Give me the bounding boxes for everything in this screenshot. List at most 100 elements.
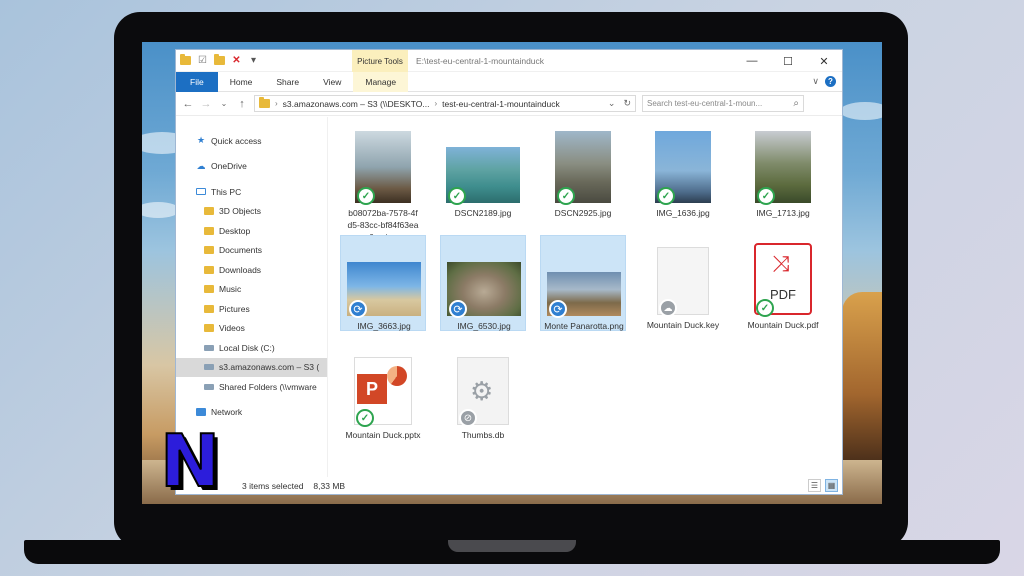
file-item[interactable]: ✓ DSCN2925.jpg [540,123,626,235]
close-button[interactable]: ✕ [806,50,842,72]
sidebar-item-label: This PC [211,186,242,197]
file-item[interactable]: ✓ DSCN2189.jpg [440,123,526,235]
pc-icon [196,188,206,196]
sidebar-item-label: OneDrive [211,161,247,172]
file-item[interactable]: ✓ IMG_1713.jpg [740,123,826,235]
sidebar-item[interactable]: 3D Objects [176,202,327,222]
sidebar-item-label: s3.amazonaws.com – S3 ( [219,362,320,373]
selection-size: 8,33 MB [313,480,346,491]
file-name: DSCN2925.jpg [554,208,612,218]
star-icon: ★ [196,135,206,146]
breadcrumb-s3[interactable]: s3.amazonaws.com – S3 (\\DESKTO... [283,99,430,109]
expand-ribbon-icon[interactable]: ∨ [812,76,819,87]
cloud-icon: ☁ [196,160,206,171]
forward-button[interactable]: → [200,98,212,110]
folder-icon [204,324,214,333]
file-explorer-window: ☑ ✕ ▾ Picture Tools E:\test-eu-central-1… [176,50,842,494]
file-item[interactable]: ✓ IMG_1636.jpg [640,123,726,235]
title-bar: ☑ ✕ ▾ Picture Tools E:\test-eu-central-1… [176,50,842,72]
folder-icon [204,304,214,313]
file-name: Mountain Duck.key [646,320,720,330]
address-bar[interactable]: › s3.amazonaws.com – S3 (\\DESKTO... › t… [254,95,636,112]
sidebar-item-label: Local Disk (C:) [219,342,275,353]
delete-icon[interactable]: ✕ [231,54,242,66]
acrobat-icon: ⤨ [772,251,790,276]
file-name: IMG_3663.jpg [357,321,411,331]
synced-check-icon: ✓ [356,409,374,427]
file-item[interactable]: P ✓ Mountain Duck.pptx [340,345,426,441]
sidebar-item[interactable]: Local Disk (C:) [176,338,327,358]
sidebar-item[interactable]: Downloads [176,260,327,280]
file-name: Mountain Duck.pptx [345,430,421,440]
file-item[interactable]: ⚙ ⊘ Thumbs.db [440,345,526,441]
folder-icon [204,285,214,294]
up-button[interactable]: ↑ [236,98,248,110]
sidebar-item-label: Music [219,284,242,295]
picture-tools-context-tab: Picture Tools [352,50,408,72]
sidebar-item[interactable]: Shared Folders (\\vmware [176,377,327,397]
sidebar-item-label: Videos [219,323,245,334]
ignored-icon: ⊘ [459,409,477,427]
sidebar-item[interactable]: s3.amazonaws.com – S3 ( [176,357,327,377]
back-button[interactable]: ← [182,98,194,110]
sidebar-item[interactable]: This PC [176,182,327,202]
recent-locations-button[interactable]: ⌄ [218,99,230,108]
synced-check-icon: ✓ [657,187,675,205]
sidebar-item[interactable]: ★ Quick access [176,131,327,151]
sidebar-item[interactable]: Music [176,280,327,300]
window-controls: — ☐ ✕ [734,50,842,72]
file-item[interactable]: ⟳ IMG_6530.jpg [440,235,526,331]
screen: ☑ ✕ ▾ Picture Tools E:\test-eu-central-1… [142,42,882,504]
tab-home[interactable]: Home [218,72,265,92]
file-item[interactable]: ☁ Mountain Duck.key [640,235,726,331]
pie-chart-icon [387,366,407,386]
sidebar-item[interactable]: Desktop [176,221,327,241]
ribbon-tabs: File Home Share View Manage ∨ ? [176,71,842,92]
file-item[interactable]: ✓b08072ba-7578-4fd5-83cc-bf84f63ea6aa.jp… [340,123,426,242]
selection-count: 3 items selected [242,480,304,491]
tab-manage[interactable]: Manage [353,71,409,92]
window-title: E:\test-eu-central-1-mountainduck [416,56,545,66]
file-list: ✓b08072ba-7578-4fd5-83cc-bf84f63ea6aa.jp… [328,117,842,477]
sidebar-item[interactable]: Documents [176,241,327,261]
file-item[interactable]: ⤨ PDF ✓ Mountain Duck.pdf [740,235,826,331]
tab-file[interactable]: File [176,71,218,92]
sidebar-item[interactable]: Pictures [176,299,327,319]
ribbon-right-controls: ∨ ? [812,76,836,87]
search-input[interactable]: Search test-eu-central-1-moun... ⌕ [642,95,804,112]
search-placeholder: Search test-eu-central-1-moun... [647,99,763,108]
customize-dropdown-icon[interactable]: ▾ [248,54,259,66]
address-dropdown-icon[interactable]: ⌄ [608,98,616,109]
file-item[interactable]: ⟳ IMG_3663.jpg [340,235,426,331]
help-icon[interactable]: ? [825,76,836,87]
tab-share[interactable]: Share [264,72,311,92]
folder-icon [204,265,214,274]
sidebar-item-label: Desktop [219,225,251,236]
network-drive-icon [204,383,214,390]
gear-icon: ⚙ [470,376,494,406]
folder-icon [204,226,214,235]
laptop-notch [448,540,576,552]
file-item[interactable]: ⟳ Monte Panarotta.png [540,235,626,331]
n-logo-letter: N [159,419,221,503]
online-only-cloud-icon: ☁ [659,299,677,317]
wallpaper-cloud [142,202,180,218]
folder-icon[interactable] [214,53,225,66]
breadcrumb-bucket[interactable]: test-eu-central-1-mountainduck [442,99,560,109]
refresh-icon[interactable]: ↻ [623,98,631,109]
quick-access-toolbar: ☑ ✕ ▾ [180,53,259,66]
details-view-icon[interactable]: ☰ [808,479,821,492]
n-logo: N N [159,419,224,503]
address-row: ← → ⌄ ↑ › s3.amazonaws.com – S3 (\\DESKT… [176,92,842,116]
tab-view[interactable]: View [311,72,353,92]
large-icons-view-icon[interactable]: ▦ [825,479,838,492]
folder-icon [259,97,270,108]
maximize-button[interactable]: ☐ [770,50,806,72]
folder-icon[interactable] [180,53,191,66]
sidebar-item-label: Downloads [219,264,262,275]
properties-icon[interactable]: ☑ [197,54,208,66]
minimize-button[interactable]: — [734,50,770,72]
sidebar-item[interactable]: ☁ OneDrive [176,157,327,177]
sidebar-item[interactable]: Videos [176,319,327,339]
sidebar-item-label: Shared Folders (\\vmware [219,381,317,392]
